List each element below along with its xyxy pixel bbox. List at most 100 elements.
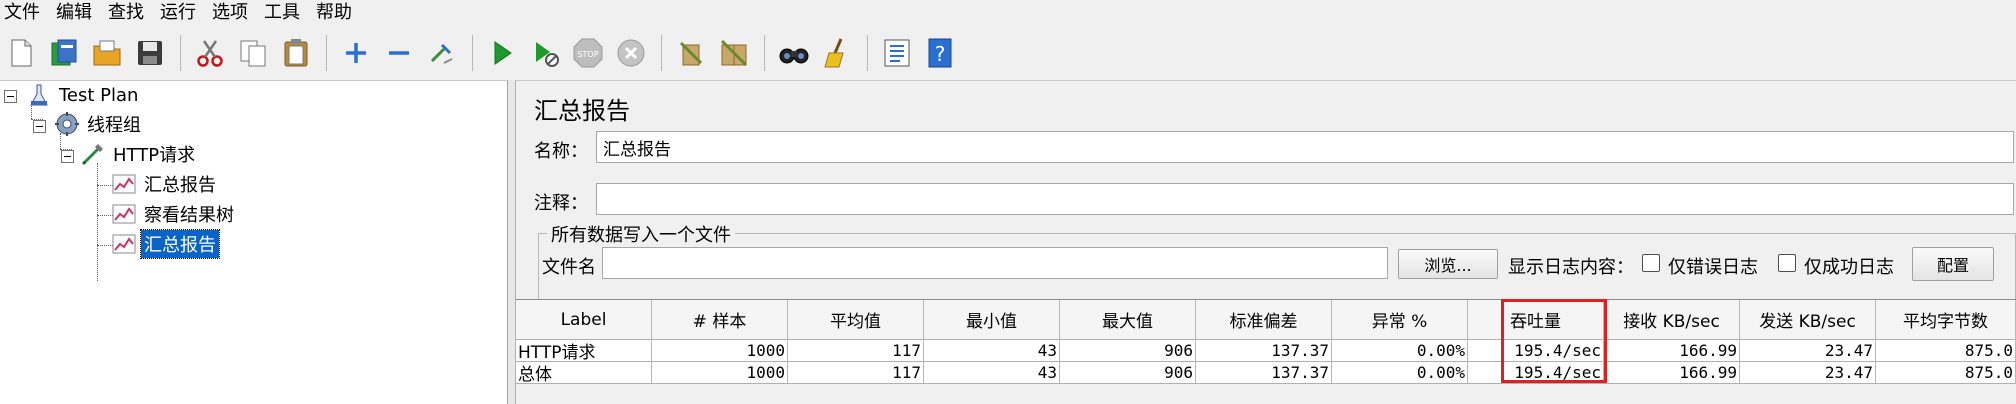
menu-edit[interactable]: 编辑 bbox=[48, 0, 100, 26]
clear-all-icon bbox=[720, 39, 748, 67]
cell-min: 43 bbox=[924, 362, 1060, 383]
table-row[interactable]: HTTP请求 1000 117 43 906 137.37 0.00% 195.… bbox=[516, 340, 2016, 362]
success-only-label: 仅成功日志 bbox=[1804, 257, 1894, 278]
cell-label: HTTP请求 bbox=[516, 340, 652, 361]
shutdown-button[interactable] bbox=[614, 36, 648, 70]
table-body: HTTP请求 1000 117 43 906 137.37 0.00% 195.… bbox=[516, 340, 2016, 384]
cell-avg-bytes: 875.0 bbox=[1876, 362, 2016, 383]
menu-run[interactable]: 运行 bbox=[152, 0, 204, 26]
browse-button[interactable]: 浏览... bbox=[1398, 249, 1498, 279]
errors-only-label: 仅错误日志 bbox=[1668, 257, 1758, 278]
clear-all-button[interactable] bbox=[717, 36, 751, 70]
col-header-sent-kb[interactable]: 发送 KB/sec bbox=[1740, 300, 1876, 339]
col-header-avg-bytes[interactable]: 平均字节数 bbox=[1876, 300, 2016, 339]
col-header-samples[interactable]: # 样本 bbox=[652, 300, 788, 339]
tree-node-thread-group[interactable]: 线程组 bbox=[54, 110, 144, 138]
tree-node-aggregate-report-selected[interactable]: 汇总报告 bbox=[111, 229, 220, 259]
group-title: 所有数据写入一个文件 bbox=[547, 221, 735, 247]
tree-node-label: 汇总报告 bbox=[144, 175, 216, 196]
col-header-std-dev[interactable]: 标准偏差 bbox=[1196, 300, 1332, 339]
toolbar-separator bbox=[867, 35, 868, 71]
toggle-button[interactable] bbox=[425, 36, 459, 70]
thread-group-icon bbox=[54, 111, 80, 137]
reset-search-icon bbox=[824, 38, 844, 68]
success-only-checkbox[interactable] bbox=[1778, 254, 1796, 272]
tree-node-aggregate-report[interactable]: 汇总报告 bbox=[111, 170, 219, 198]
toolbar-separator bbox=[326, 35, 327, 71]
menu-help[interactable]: 帮助 bbox=[308, 0, 360, 26]
cell-max: 906 bbox=[1060, 340, 1196, 361]
collapse-button[interactable] bbox=[382, 36, 416, 70]
collapse-toggle[interactable] bbox=[61, 150, 74, 163]
col-header-throughput[interactable]: 吞吐量 bbox=[1468, 300, 1604, 339]
col-header-average[interactable]: 平均值 bbox=[788, 300, 924, 339]
toolbar-separator bbox=[764, 35, 765, 71]
start-no-pause-button[interactable] bbox=[528, 36, 562, 70]
collapse-toggle[interactable] bbox=[33, 120, 46, 133]
col-header-max[interactable]: 最大值 bbox=[1060, 300, 1196, 339]
col-header-received-kb[interactable]: 接收 KB/sec bbox=[1604, 300, 1740, 339]
cell-sent-kb: 23.47 bbox=[1740, 362, 1876, 383]
templates-button[interactable] bbox=[47, 36, 81, 70]
stop-icon: STOP bbox=[573, 38, 603, 68]
page-title: 汇总报告 bbox=[534, 97, 630, 125]
copy-button[interactable] bbox=[236, 36, 270, 70]
tree-node-http-request[interactable]: HTTP请求 bbox=[80, 140, 198, 168]
menu-search[interactable]: 查找 bbox=[100, 0, 152, 26]
tree-node-test-plan[interactable]: Test Plan bbox=[26, 81, 141, 109]
cell-label: 总体 bbox=[516, 362, 652, 383]
menu-file[interactable]: 文件 bbox=[0, 0, 48, 26]
jmeter-window: 文件 编辑 查找 运行 选项 工具 帮助 STOP ? Test Plan 线程… bbox=[0, 0, 2016, 404]
cell-sent-kb: 23.47 bbox=[1740, 340, 1876, 361]
col-header-label[interactable]: Label bbox=[516, 300, 652, 339]
cut-button[interactable] bbox=[193, 36, 227, 70]
toolbar-separator bbox=[472, 35, 473, 71]
comment-label: 注释： bbox=[534, 193, 588, 214]
configure-button[interactable]: 配置 bbox=[1912, 247, 1994, 281]
cell-throughput: 195.4/sec bbox=[1468, 362, 1604, 383]
help-button[interactable]: ? bbox=[923, 36, 957, 70]
open-button[interactable] bbox=[90, 36, 124, 70]
cell-min: 43 bbox=[924, 340, 1060, 361]
collapse-icon bbox=[389, 51, 409, 55]
menu-tools[interactable]: 工具 bbox=[256, 0, 308, 26]
function-helper-icon bbox=[884, 39, 910, 67]
comment-field[interactable] bbox=[596, 183, 2014, 215]
tree-node-label: Test Plan bbox=[59, 84, 139, 106]
tree-node-label: HTTP请求 bbox=[113, 145, 196, 166]
expand-button[interactable] bbox=[339, 36, 373, 70]
collapse-toggle[interactable] bbox=[4, 90, 17, 103]
cell-throughput: 195.4/sec bbox=[1468, 340, 1604, 361]
search-button[interactable] bbox=[777, 36, 811, 70]
cell-error-pct: 0.00% bbox=[1332, 362, 1468, 383]
clear-button[interactable] bbox=[674, 36, 708, 70]
toggle-icon bbox=[430, 43, 453, 64]
tree-node-view-results-tree[interactable]: 察看结果树 bbox=[111, 200, 237, 228]
open-icon bbox=[93, 40, 121, 66]
stop-button[interactable]: STOP bbox=[571, 36, 605, 70]
start-icon bbox=[494, 41, 512, 65]
start-button[interactable] bbox=[485, 36, 519, 70]
cell-average: 117 bbox=[788, 340, 924, 361]
log-content-label: 显示日志内容： bbox=[1508, 257, 1634, 278]
new-icon bbox=[11, 39, 32, 67]
templates-icon bbox=[51, 39, 77, 66]
filename-field[interactable] bbox=[602, 247, 1388, 279]
name-field[interactable] bbox=[596, 131, 2014, 163]
col-header-min[interactable]: 最小值 bbox=[924, 300, 1060, 339]
errors-only-checkbox[interactable] bbox=[1642, 254, 1660, 272]
split-divider[interactable] bbox=[508, 80, 516, 404]
aggregate-report-panel: 汇总报告 名称： 注释： 所有数据写入一个文件 文件名 浏览... 显示日志内容… bbox=[516, 80, 2016, 404]
col-header-error-pct[interactable]: 异常 % bbox=[1332, 300, 1468, 339]
toolbar: STOP ? bbox=[0, 26, 2016, 80]
name-label: 名称： bbox=[534, 141, 588, 162]
clear-icon bbox=[679, 41, 703, 66]
reset-search-button[interactable] bbox=[820, 36, 854, 70]
menu-options[interactable]: 选项 bbox=[204, 0, 256, 26]
paste-button[interactable] bbox=[279, 36, 313, 70]
table-row[interactable]: 总体 1000 117 43 906 137.37 0.00% 195.4/se… bbox=[516, 362, 2016, 384]
new-button[interactable] bbox=[4, 36, 38, 70]
function-helper-button[interactable] bbox=[880, 36, 914, 70]
save-button[interactable] bbox=[133, 36, 167, 70]
cell-std-dev: 137.37 bbox=[1196, 340, 1332, 361]
